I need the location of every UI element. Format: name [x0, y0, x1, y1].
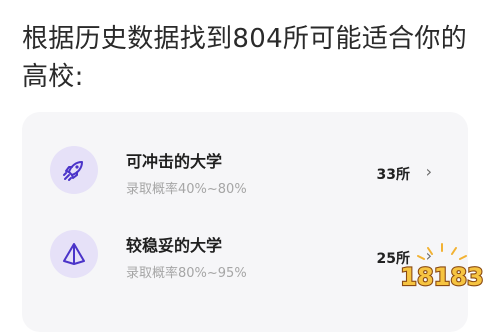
row-probability: 录取概率80%~95% — [126, 266, 247, 281]
row-count: 33所 — [376, 167, 410, 183]
list-item-reach-universities[interactable]: 可冲击的大学 录取概率40%~80% 33所 › — [22, 138, 468, 212]
row-title: 可冲击的大学 — [126, 152, 223, 171]
page-headline: 根据历史数据找到804所可能适合你的高校: — [22, 24, 468, 92]
chevron-right-icon: › — [425, 162, 432, 181]
rocket-icon — [50, 146, 98, 194]
pyramid-icon — [50, 230, 98, 278]
site-watermark-logo: 18183 — [392, 240, 492, 300]
row-probability: 录取概率40%~80% — [126, 182, 247, 197]
watermark-text: 18183 — [400, 263, 484, 291]
row-title: 较稳妥的大学 — [126, 236, 223, 255]
